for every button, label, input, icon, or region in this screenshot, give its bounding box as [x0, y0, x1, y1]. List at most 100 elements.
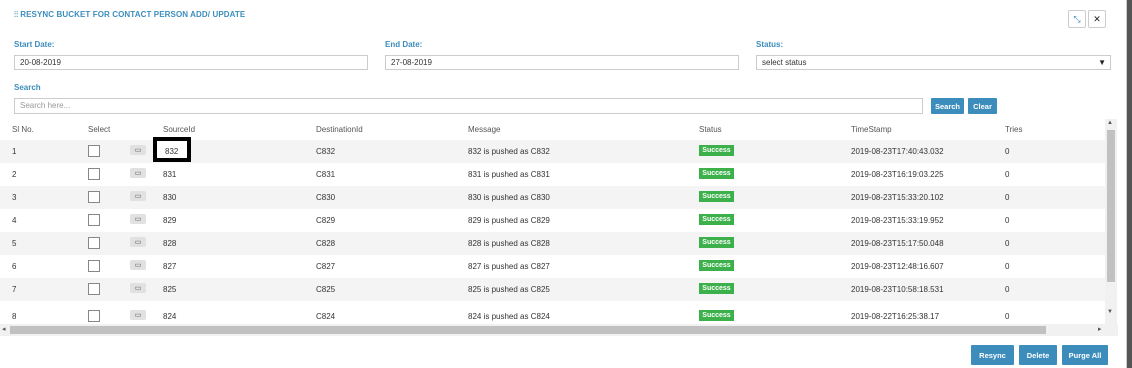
status-select-value: select status [762, 58, 807, 67]
cell-sl-no: 4 [12, 216, 17, 225]
cell-message: 831 is pushed as C831 [468, 170, 550, 179]
modal-title-text: RESYNC BUCKET FOR CONTACT PERSON ADD/ UP… [20, 10, 246, 19]
cell-source-id: 828 [163, 239, 177, 248]
monitor-icon[interactable]: ▭ [130, 237, 146, 247]
row-checkbox[interactable] [88, 260, 100, 272]
cell-source-id: 830 [163, 193, 177, 202]
cell-sl-no: 3 [12, 193, 17, 202]
monitor-icon[interactable]: ▭ [130, 191, 146, 201]
end-date-field[interactable]: 27-08-2019 [385, 55, 739, 70]
sliders-icon: ⫶⫶ [14, 10, 19, 19]
vertical-scroll-thumb[interactable] [1107, 130, 1115, 282]
cell-timestamp: 2019-08-23T17:40:43.032 [851, 147, 944, 156]
cell-tries: 0 [1005, 262, 1010, 271]
window-edge [1127, 0, 1132, 368]
status-badge: Success [699, 260, 734, 271]
col-tries: Tries [1005, 125, 1023, 134]
cell-destination-id: C825 [316, 285, 336, 294]
cell-source-id: 825 [163, 285, 177, 294]
row-checkbox[interactable] [88, 237, 100, 249]
cell-timestamp: 2019-08-22T16:25:38.17 [851, 312, 940, 321]
modal-title: ⫶⫶ RESYNC BUCKET FOR CONTACT PERSON ADD/ … [14, 10, 245, 20]
cell-tries: 0 [1005, 170, 1010, 179]
horizontal-scroll-thumb[interactable] [10, 326, 1046, 334]
table-row[interactable]: 5 ▭ 828 C828 828 is pushed as C828 Succe… [0, 232, 1105, 255]
table-row[interactable]: 6 ▭ 827 C827 827 is pushed as C827 Succe… [0, 255, 1105, 278]
monitor-icon[interactable]: ▭ [130, 310, 146, 320]
purge-all-button[interactable]: Purge All [1062, 345, 1108, 365]
search-input[interactable]: Search here... [14, 98, 923, 114]
resync-modal: ⫶⫶ RESYNC BUCKET FOR CONTACT PERSON ADD/ … [0, 0, 1127, 368]
cell-source-id: 829 [163, 216, 177, 225]
monitor-icon[interactable]: ▭ [130, 214, 146, 224]
cell-destination-id: C828 [316, 239, 336, 248]
table-row[interactable]: 2 ▭ 831 C831 831 is pushed as C831 Succe… [0, 163, 1105, 186]
cell-timestamp: 2019-08-23T16:19:03.225 [851, 170, 944, 179]
cell-tries: 0 [1005, 285, 1010, 294]
col-destination-id: DestinationId [316, 125, 363, 134]
monitor-icon[interactable]: ▭ [130, 283, 146, 293]
compress-icon: ⤡ [1073, 13, 1081, 24]
minimize-button[interactable]: ⤡ [1068, 10, 1086, 28]
cell-tries: 0 [1005, 216, 1010, 225]
resync-button[interactable]: Resync [971, 345, 1014, 365]
col-select: Select [88, 125, 111, 134]
table-row[interactable]: 8 ▭ 824 C824 824 is pushed as C824 Succe… [0, 301, 1105, 324]
start-date-label: Start Date: [14, 40, 55, 49]
monitor-icon[interactable]: ▭ [130, 145, 146, 155]
cell-destination-id: C831 [316, 170, 336, 179]
cell-sl-no: 6 [12, 262, 17, 271]
delete-button[interactable]: Delete [1019, 345, 1057, 365]
table-row[interactable]: 3 ▭ 830 C830 830 is pushed as C830 Succe… [0, 186, 1105, 209]
cell-source-id: 831 [163, 170, 177, 179]
start-date-field[interactable]: 20-08-2019 [14, 55, 368, 70]
monitor-icon[interactable]: ▭ [130, 260, 146, 270]
scroll-up-icon[interactable]: ▲ [1107, 120, 1113, 126]
table-row[interactable]: 7 ▭ 825 C825 825 is pushed as C825 Succe… [0, 278, 1105, 301]
vertical-scrollbar[interactable]: ▲ ▼ [1105, 119, 1117, 324]
scroll-left-icon[interactable]: ◂ [2, 325, 6, 333]
horizontal-scrollbar[interactable]: ◂ ▸ [0, 324, 1118, 336]
cell-sl-no: 5 [12, 239, 17, 248]
cell-tries: 0 [1005, 147, 1010, 156]
cell-destination-id: C824 [316, 312, 336, 321]
row-checkbox[interactable] [88, 283, 100, 295]
close-icon: ✕ [1093, 13, 1101, 24]
cell-timestamp: 2019-08-23T10:58:18.531 [851, 285, 944, 294]
row-checkbox[interactable] [88, 168, 100, 180]
dropdown-arrow-icon: ▼ [1098, 58, 1106, 67]
scroll-down-icon[interactable]: ▼ [1107, 309, 1113, 315]
search-button[interactable]: Search [931, 98, 964, 114]
search-label: Search [14, 83, 41, 92]
cell-message: 832 is pushed as C832 [468, 147, 550, 156]
cell-tries: 0 [1005, 239, 1010, 248]
row-checkbox[interactable] [88, 214, 100, 226]
col-timestamp: TimeStamp [851, 125, 892, 134]
cell-tries: 0 [1005, 193, 1010, 202]
highlighted-source-id: 832 [153, 137, 191, 162]
cell-sl-no: 2 [12, 170, 17, 179]
end-date-label: End Date: [385, 40, 423, 49]
scroll-right-icon[interactable]: ▸ [1098, 325, 1102, 333]
status-badge: Success [699, 214, 734, 225]
cell-source-id: 824 [163, 312, 177, 321]
cell-destination-id: C830 [316, 193, 336, 202]
cell-sl-no: 8 [12, 312, 17, 321]
status-label: Status: [756, 40, 784, 49]
status-badge: Success [699, 191, 734, 202]
row-checkbox[interactable] [88, 191, 100, 203]
clear-button[interactable]: Clear [968, 98, 997, 114]
monitor-icon[interactable]: ▭ [130, 168, 146, 178]
row-checkbox[interactable] [88, 145, 100, 157]
col-message: Message [468, 125, 501, 134]
status-select[interactable]: select status ▼ [756, 55, 1111, 70]
row-checkbox[interactable] [88, 310, 100, 322]
table-row[interactable]: 4 ▭ 829 C829 829 is pushed as C829 Succe… [0, 209, 1105, 232]
cell-timestamp: 2019-08-23T12:48:16.607 [851, 262, 944, 271]
col-source-id: SourceId [163, 125, 196, 134]
close-button[interactable]: ✕ [1088, 10, 1106, 28]
cell-timestamp: 2019-08-23T15:33:19.952 [851, 216, 944, 225]
status-badge: Success [699, 237, 734, 248]
cell-message: 829 is pushed as C829 [468, 216, 550, 225]
cell-timestamp: 2019-08-23T15:17:50.048 [851, 239, 944, 248]
